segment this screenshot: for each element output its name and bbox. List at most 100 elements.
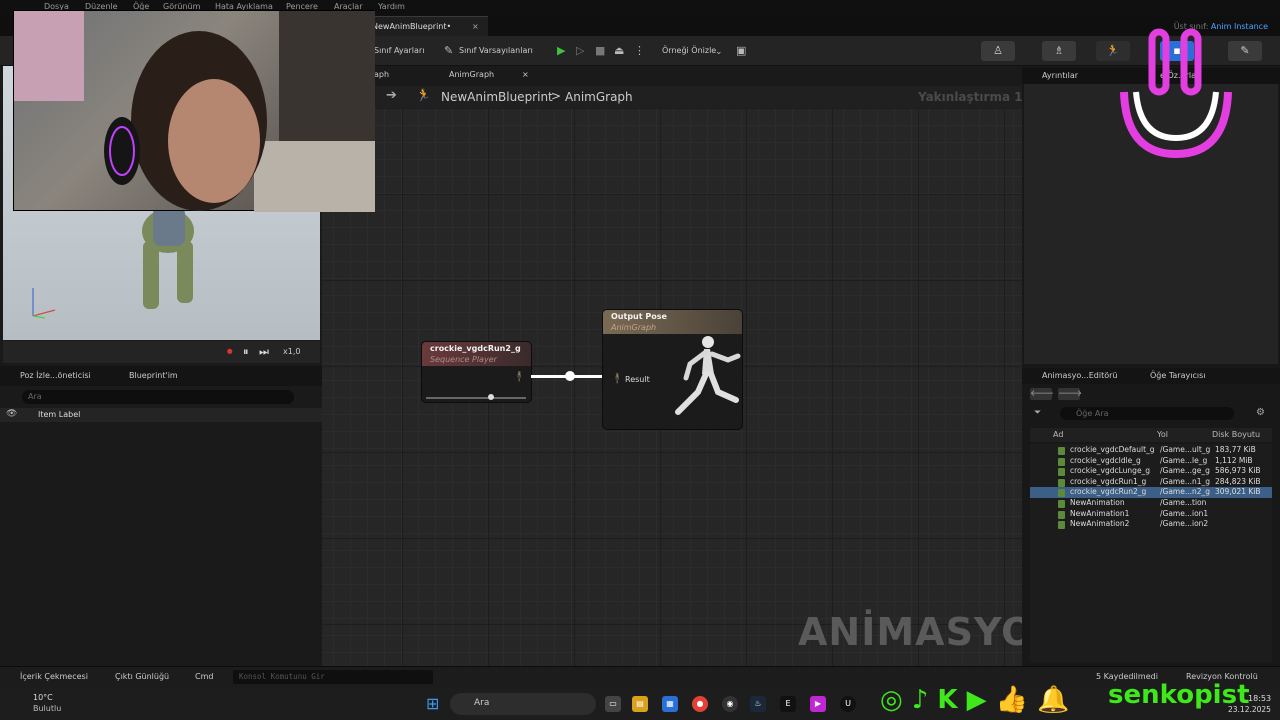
playback-speed-dropdown[interactable]: x1,0 xyxy=(283,347,300,356)
step-icon[interactable]: ▷ xyxy=(576,44,584,57)
play-icon[interactable]: ▶ xyxy=(557,44,565,57)
status-bar xyxy=(0,666,1280,688)
asset-row[interactable]: crockie_vgdcIdle_g/Game...le_g 1,112 MiB xyxy=(1030,456,1272,467)
asset-path: /Game...ult_g xyxy=(1160,445,1211,454)
asset-path: /Game...le_g xyxy=(1160,455,1208,465)
asset-name: crockie_vgdcRun2_g xyxy=(1070,487,1147,497)
close-icon[interactable]: × xyxy=(472,22,479,31)
task-view-icon[interactable]: ▭ xyxy=(605,696,621,712)
asset-size: 1,112 MiB xyxy=(1215,455,1253,465)
asset-row[interactable]: NewAnimation2/Game...ion2 xyxy=(1030,519,1272,530)
weather-temperature[interactable]: 10°C xyxy=(33,693,53,702)
cmd-dropdown[interactable]: Cmd xyxy=(195,672,213,681)
more-options-icon[interactable]: ⋮ xyxy=(634,44,645,57)
folder-icon[interactable]: ▣ xyxy=(736,44,746,57)
running-mannequin-icon xyxy=(675,336,741,415)
animation-asset-icon xyxy=(1058,489,1065,498)
asset-row[interactable]: crockie_vgdcLunge_g/Game...ge_g 586,973 K… xyxy=(1030,466,1272,477)
left-panel-tabs: Poz İzle...öneticisi Blueprint'im xyxy=(0,366,322,386)
asset-name: NewAnimation1 xyxy=(1070,508,1130,518)
menu-help[interactable]: Yardım xyxy=(378,2,405,11)
asset-search-input[interactable]: Öğe Ara xyxy=(1060,407,1234,420)
output-log-button[interactable]: Çıktı Günlüğü xyxy=(115,672,169,681)
breadcrumb-root[interactable]: NewAnimBlueprint xyxy=(441,90,553,104)
node-title: crockie_vgdcRun2_g xyxy=(430,344,521,353)
class-defaults-button[interactable]: Sınıf Varsayılanları xyxy=(459,46,533,55)
asset-name: NewAnimation xyxy=(1070,498,1125,507)
search-input[interactable]: Ara xyxy=(22,390,294,404)
back-arrow-icon[interactable]: 🡐 xyxy=(1030,388,1054,400)
file-explorer-icon[interactable]: ▤ xyxy=(632,696,648,712)
stop-icon[interactable]: ■ xyxy=(595,44,605,57)
column-path[interactable]: Yol xyxy=(1157,430,1168,439)
forward-arrow-icon[interactable]: 🡒 xyxy=(1058,388,1082,400)
pose-pin-icon[interactable]: 🕴 xyxy=(611,374,623,385)
asset-size: 183,77 KiB xyxy=(1215,445,1256,454)
close-icon[interactable]: × xyxy=(522,70,529,79)
asset-row[interactable]: NewAnimation/Game...tion xyxy=(1030,498,1272,509)
asset-path: /Game...n1_g xyxy=(1160,476,1211,486)
asset-path: /Game...ge_g xyxy=(1160,466,1210,476)
asset-row[interactable]: crockie_vgdcRun1_g/Game...n1_g 284,823 Ki… xyxy=(1030,477,1272,488)
filter-icon[interactable]: ⏷ xyxy=(1034,408,1041,418)
zoom-label: Yakınlaştırma 1:1 xyxy=(918,90,1036,104)
tab-animation-editor[interactable]: Animasyo...Editörü xyxy=(1042,371,1118,380)
node-title: Output Pose xyxy=(611,312,667,321)
asset-row[interactable]: crockie_vgdcRun2_g/Game...n2_g 309,021 Ki… xyxy=(1030,487,1272,499)
weather-condition: Bulutlu xyxy=(33,704,62,713)
pencil-icon: ✎ xyxy=(444,44,454,57)
taskbar-search[interactable]: Ara xyxy=(450,693,596,715)
blueprint-document-tab[interactable]: NewAnimBlueprint• × xyxy=(366,16,488,36)
eject-icon[interactable]: ⏏ xyxy=(614,44,624,57)
viewport-transport-bar: ⏺ ⏸ ⏭ xyxy=(3,341,320,363)
running-man-icon: 🏃 xyxy=(416,88,431,102)
store-icon[interactable]: ▦ xyxy=(662,696,678,712)
obs-icon[interactable]: ◉ xyxy=(722,696,738,712)
smiley-overlay-icon xyxy=(1120,28,1232,159)
skeleton-mode-button[interactable]: ♙ xyxy=(981,41,1015,61)
epic-games-icon[interactable]: E xyxy=(780,696,796,712)
chrome-icon[interactable]: ● xyxy=(692,696,708,712)
tab-my-blueprint[interactable]: Blueprint'im xyxy=(129,371,178,380)
slider-handle[interactable] xyxy=(488,394,494,400)
windows-start-icon[interactable]: ⊞ xyxy=(426,694,439,713)
column-disk-size[interactable]: Disk Boyutu xyxy=(1212,430,1260,439)
taskbar-clock[interactable]: 18:53 xyxy=(1248,694,1271,703)
content-drawer-button[interactable]: İçerik Çekmecesi xyxy=(20,672,88,681)
chevron-down-icon[interactable]: ⌄ xyxy=(715,47,723,57)
tab-asset-browser[interactable]: Öğe Tarayıcısı xyxy=(1150,371,1205,380)
column-name[interactable]: Ad xyxy=(1053,430,1063,439)
webcam-overlay xyxy=(13,10,375,212)
node-subtitle: AnimGraph xyxy=(611,323,657,332)
wire-reroute-point[interactable] xyxy=(565,371,575,381)
eye-icon[interactable]: 👁 xyxy=(6,409,17,419)
taskbar-date: 23.12.2025 xyxy=(1228,705,1271,714)
console-placeholder: Konsol Komutunu Gir xyxy=(239,672,325,681)
search-placeholder: Ara xyxy=(28,392,42,401)
tab-details[interactable]: Ayrıntılar xyxy=(1042,71,1078,80)
mesh-mode-button[interactable]: ♗ xyxy=(1042,41,1076,61)
unreal-engine-icon[interactable]: U xyxy=(840,696,856,712)
tab-pose-watch-manager[interactable]: Poz İzle...öneticisi xyxy=(20,371,91,380)
tab-event-graph[interactable]: aph xyxy=(374,70,389,79)
steam-icon[interactable]: ♨ xyxy=(750,696,766,712)
play-rate-slider[interactable] xyxy=(426,397,526,399)
gear-icon[interactable]: ⚙ xyxy=(1256,407,1265,418)
breadcrumb-current[interactable]: AnimGraph xyxy=(565,90,633,104)
arrow-right-icon[interactable]: ➔ xyxy=(386,88,397,103)
asset-row[interactable]: crockie_vgdcDefault_g/Game...ult_g 183,77… xyxy=(1030,445,1272,456)
preview-instance-dropdown[interactable]: Örneği Önizle xyxy=(662,46,716,55)
tab-animgraph[interactable]: AnimGraph xyxy=(449,70,494,79)
asset-path: /Game...ion1 xyxy=(1160,508,1209,518)
asset-row[interactable]: NewAnimation1/Game...ion1 xyxy=(1030,509,1272,520)
console-input[interactable]: Konsol Komutunu Gir xyxy=(233,670,433,684)
app-icon[interactable]: ▶ xyxy=(810,696,826,712)
asset-name: crockie_vgdcIdle_g xyxy=(1070,455,1141,465)
node-subtitle: Sequence Player xyxy=(430,355,497,364)
pose-pin-icon[interactable]: 🕴 xyxy=(513,372,525,383)
next-frame-icon[interactable]: ⏭ xyxy=(259,345,269,359)
class-settings-button[interactable]: Sınıf Ayarları xyxy=(374,46,424,55)
record-icon[interactable]: ⏺ xyxy=(227,345,233,359)
pause-icon[interactable]: ⏸ xyxy=(243,345,249,359)
blueprint-tab-title: NewAnimBlueprint• xyxy=(372,22,452,31)
